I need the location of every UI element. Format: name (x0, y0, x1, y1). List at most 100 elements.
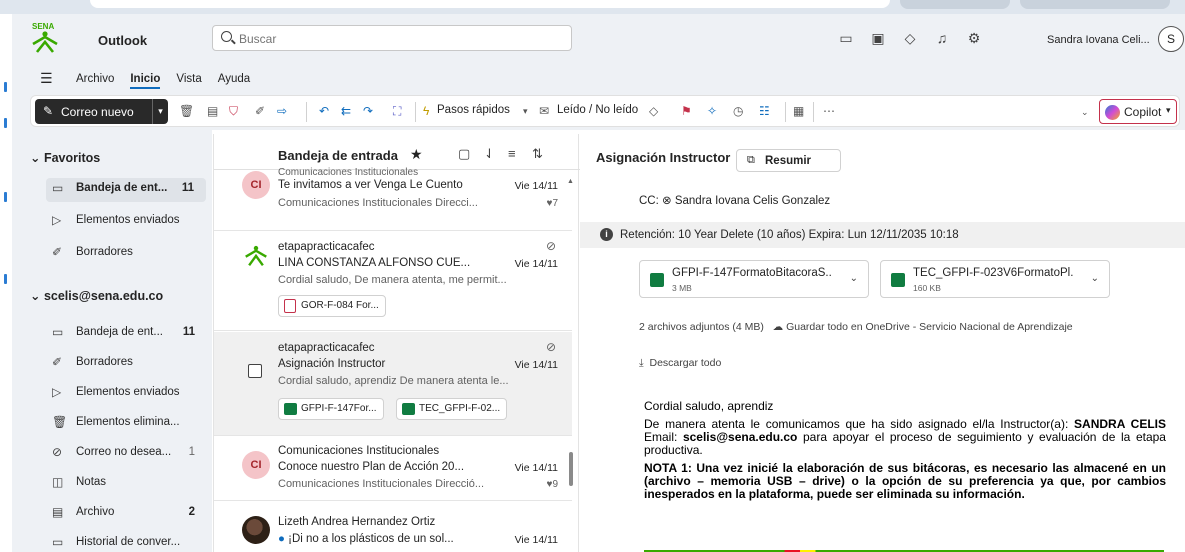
folder-notes[interactable]: ◫ Notas (52, 472, 207, 496)
trash-icon: 🗑︎ (52, 415, 68, 429)
folder-inbox[interactable]: ▭ Bandeja de ent... 11 (52, 322, 207, 346)
list-item[interactable]: CI Comunicaciones Institucionales Te inv… (214, 167, 572, 231)
clock-icon[interactable]: ◷ (733, 104, 743, 118)
scrollbar[interactable] (569, 452, 573, 486)
bell-icon[interactable]: ♫ (933, 29, 951, 47)
attachment-chip[interactable]: TEC_GFPI-F-02... (396, 398, 508, 420)
feedback-icon[interactable]: ◇ (901, 29, 919, 47)
search-input[interactable] (239, 30, 559, 47)
message-checkbox[interactable] (248, 364, 262, 378)
message-from: etapapracticacafec (278, 342, 375, 354)
folder-label: Elementos enviados (76, 386, 180, 398)
copilot-button[interactable]: Copilot ▾ (1099, 99, 1177, 124)
filter-icon[interactable]: ≡ (508, 146, 516, 161)
history-icon: ▭ (52, 535, 64, 549)
report-icon[interactable]: ⛉ (229, 104, 238, 119)
message-subject: LINA CONSTANZA ALFONSO CUE... (278, 257, 471, 269)
pdf-icon (284, 299, 296, 313)
attachment-chip[interactable]: GFPI-F-147For... (278, 398, 384, 420)
reaction-badge[interactable]: ♥7 (547, 198, 559, 209)
menu-archivo[interactable]: Archivo (76, 73, 114, 89)
summarize-label: Resumir (765, 155, 812, 167)
rules-icon[interactable]: ☷ (759, 104, 770, 118)
folder-deleted[interactable]: 🗑︎ Elementos elimina... (52, 412, 207, 436)
retention-text: Retención: 10 Year Delete (10 años) Expi… (620, 229, 959, 241)
favorites-section[interactable]: ⌄ Favoritos (30, 150, 100, 165)
attachment-card[interactable]: GFPI-F-147FormatoBitacoraS... 3 MB ⌄ (639, 260, 869, 298)
attachment-card[interactable]: TEC_GFPI-F-023V6FormatoPl... 160 KB ⌄ (880, 260, 1110, 298)
avatar[interactable]: S (1158, 26, 1184, 52)
browser-tab[interactable] (1020, 0, 1170, 9)
sort-icon[interactable]: ⇅ (532, 146, 543, 162)
folder-inbox-favorite[interactable]: ▭ Bandeja de ent... 11 (46, 178, 206, 202)
outlook-icon[interactable]: ▣ (869, 29, 887, 47)
chevron-down-icon[interactable]: ⌄ (850, 273, 858, 284)
folder-history[interactable]: ▭ Historial de conver... (52, 532, 207, 550)
archive-icon[interactable]: ▤ (207, 104, 218, 118)
folder-archive[interactable]: ▤ Archivo 2 (52, 502, 207, 526)
download-all-label: Descargar todo (649, 357, 722, 369)
new-mail-button[interactable]: ✎ Correo nuevo ▾ (35, 99, 168, 124)
folder-junk[interactable]: ⊘ Correo no desea... 1 (52, 442, 207, 466)
browser-address-bar[interactable] (90, 0, 890, 8)
apps-icon[interactable]: ▦ (793, 104, 804, 118)
quick-steps-button[interactable]: Pasos rápidos (437, 104, 510, 116)
reaction-badge[interactable]: ♥9 (547, 479, 559, 490)
menu-ayuda[interactable]: Ayuda (218, 73, 250, 89)
flag-icon[interactable]: ⚑ (681, 104, 692, 118)
attachments-info: 2 archivos adjuntos (4 MB) ☁ Guardar tod… (639, 321, 1073, 333)
forward-icon[interactable]: ↷ (363, 104, 373, 118)
cc-line[interactable]: CC: ⊗ Sandra Iovana Celis Gonzalez (639, 193, 830, 207)
meet-now-icon[interactable]: ▭ (837, 29, 855, 47)
reply-icon[interactable]: ↶ (319, 104, 329, 118)
folder-sent-favorite[interactable]: ▷ Elementos enviados (52, 210, 207, 234)
lightning-icon[interactable]: ϟ (423, 104, 429, 118)
chevron-down-icon[interactable]: ▾ (523, 106, 528, 117)
select-icon[interactable]: ▢ (458, 146, 470, 162)
list-item[interactable]: etapapracticacafec ⊘ Asignación Instruct… (214, 332, 572, 436)
list-item[interactable]: etapapracticacafec ⊘ LINA CONSTANZA ALFO… (214, 231, 572, 331)
message-date: Vie 14/11 (514, 462, 558, 474)
menu-inicio[interactable]: Inicio (130, 73, 161, 89)
save-onedrive-link[interactable]: Guardar todo en OneDrive - Servicio Naci… (786, 321, 1073, 333)
message-preview: Comunicaciones Institucionales Direcci..… (278, 197, 478, 209)
list-item[interactable]: Lizeth Andrea Hernandez Ortiz ● ¡Di no a… (214, 502, 572, 552)
read-unread-button[interactable]: Leído / No leído (557, 104, 638, 116)
move-icon[interactable]: ⇨ (277, 104, 287, 118)
more-icon[interactable]: ⋯ (823, 104, 835, 118)
reply-all-icon[interactable]: ⇇ (341, 104, 351, 118)
attachment-chip[interactable]: GOR-F-084 For... (278, 295, 386, 317)
chevron-down-icon[interactable]: ⌄ (1091, 273, 1099, 284)
gear-icon[interactable]: ⚙ (965, 29, 983, 47)
list-item[interactable]: CI Comunicaciones Institucionales Conoce… (214, 437, 572, 501)
jump-icon[interactable]: ⇃ (484, 146, 495, 162)
download-all-link[interactable]: ⤓ Descargar todo (639, 357, 721, 370)
folder-sent[interactable]: ▷ Elementos enviados (52, 382, 207, 406)
user-name[interactable]: Sandra Iovana Celi... (1047, 34, 1150, 46)
chevron-down-icon[interactable]: ⌄ (1081, 107, 1089, 118)
attachment-name: GOR-F-084 For... (301, 300, 379, 311)
teams-icon[interactable]: ⛶ (393, 104, 401, 119)
chevron-down-icon[interactable]: ▾ (1166, 105, 1171, 116)
account-section[interactable]: ⌄ scelis@sena.edu.co (30, 288, 163, 303)
star-icon[interactable]: ★ (410, 146, 423, 163)
instructor-email[interactable]: scelis@sena.edu.co (683, 430, 797, 444)
delete-icon[interactable]: 🗑︎ (179, 104, 194, 118)
hamburger-icon[interactable]: ☰ (40, 70, 53, 87)
sweep-icon[interactable]: ✐ (255, 104, 265, 118)
folder-title[interactable]: Bandeja de entrada (278, 148, 398, 163)
chevron-down-icon[interactable]: ▾ (152, 99, 168, 124)
folder-drafts[interactable]: ✐ Borradores (52, 352, 207, 376)
search-box[interactable] (212, 25, 572, 51)
paperclip-icon: ⊘ (545, 239, 556, 253)
pin-icon[interactable]: ✧ (707, 104, 717, 118)
menu-vista[interactable]: Vista (176, 73, 201, 89)
app-title[interactable]: Outlook (98, 33, 147, 48)
tag-icon[interactable]: ◇ (649, 104, 658, 118)
menu-bar: ☰ Archivo Inicio Vista Ayuda (12, 66, 1185, 92)
favorites-label: Favoritos (43, 151, 101, 165)
envelope-icon[interactable]: ✉ (539, 104, 549, 118)
folder-drafts-favorite[interactable]: ✐ Borradores (52, 242, 207, 266)
browser-tab[interactable] (900, 0, 1010, 9)
summarize-button[interactable]: ⧉ Resumir (736, 149, 841, 172)
